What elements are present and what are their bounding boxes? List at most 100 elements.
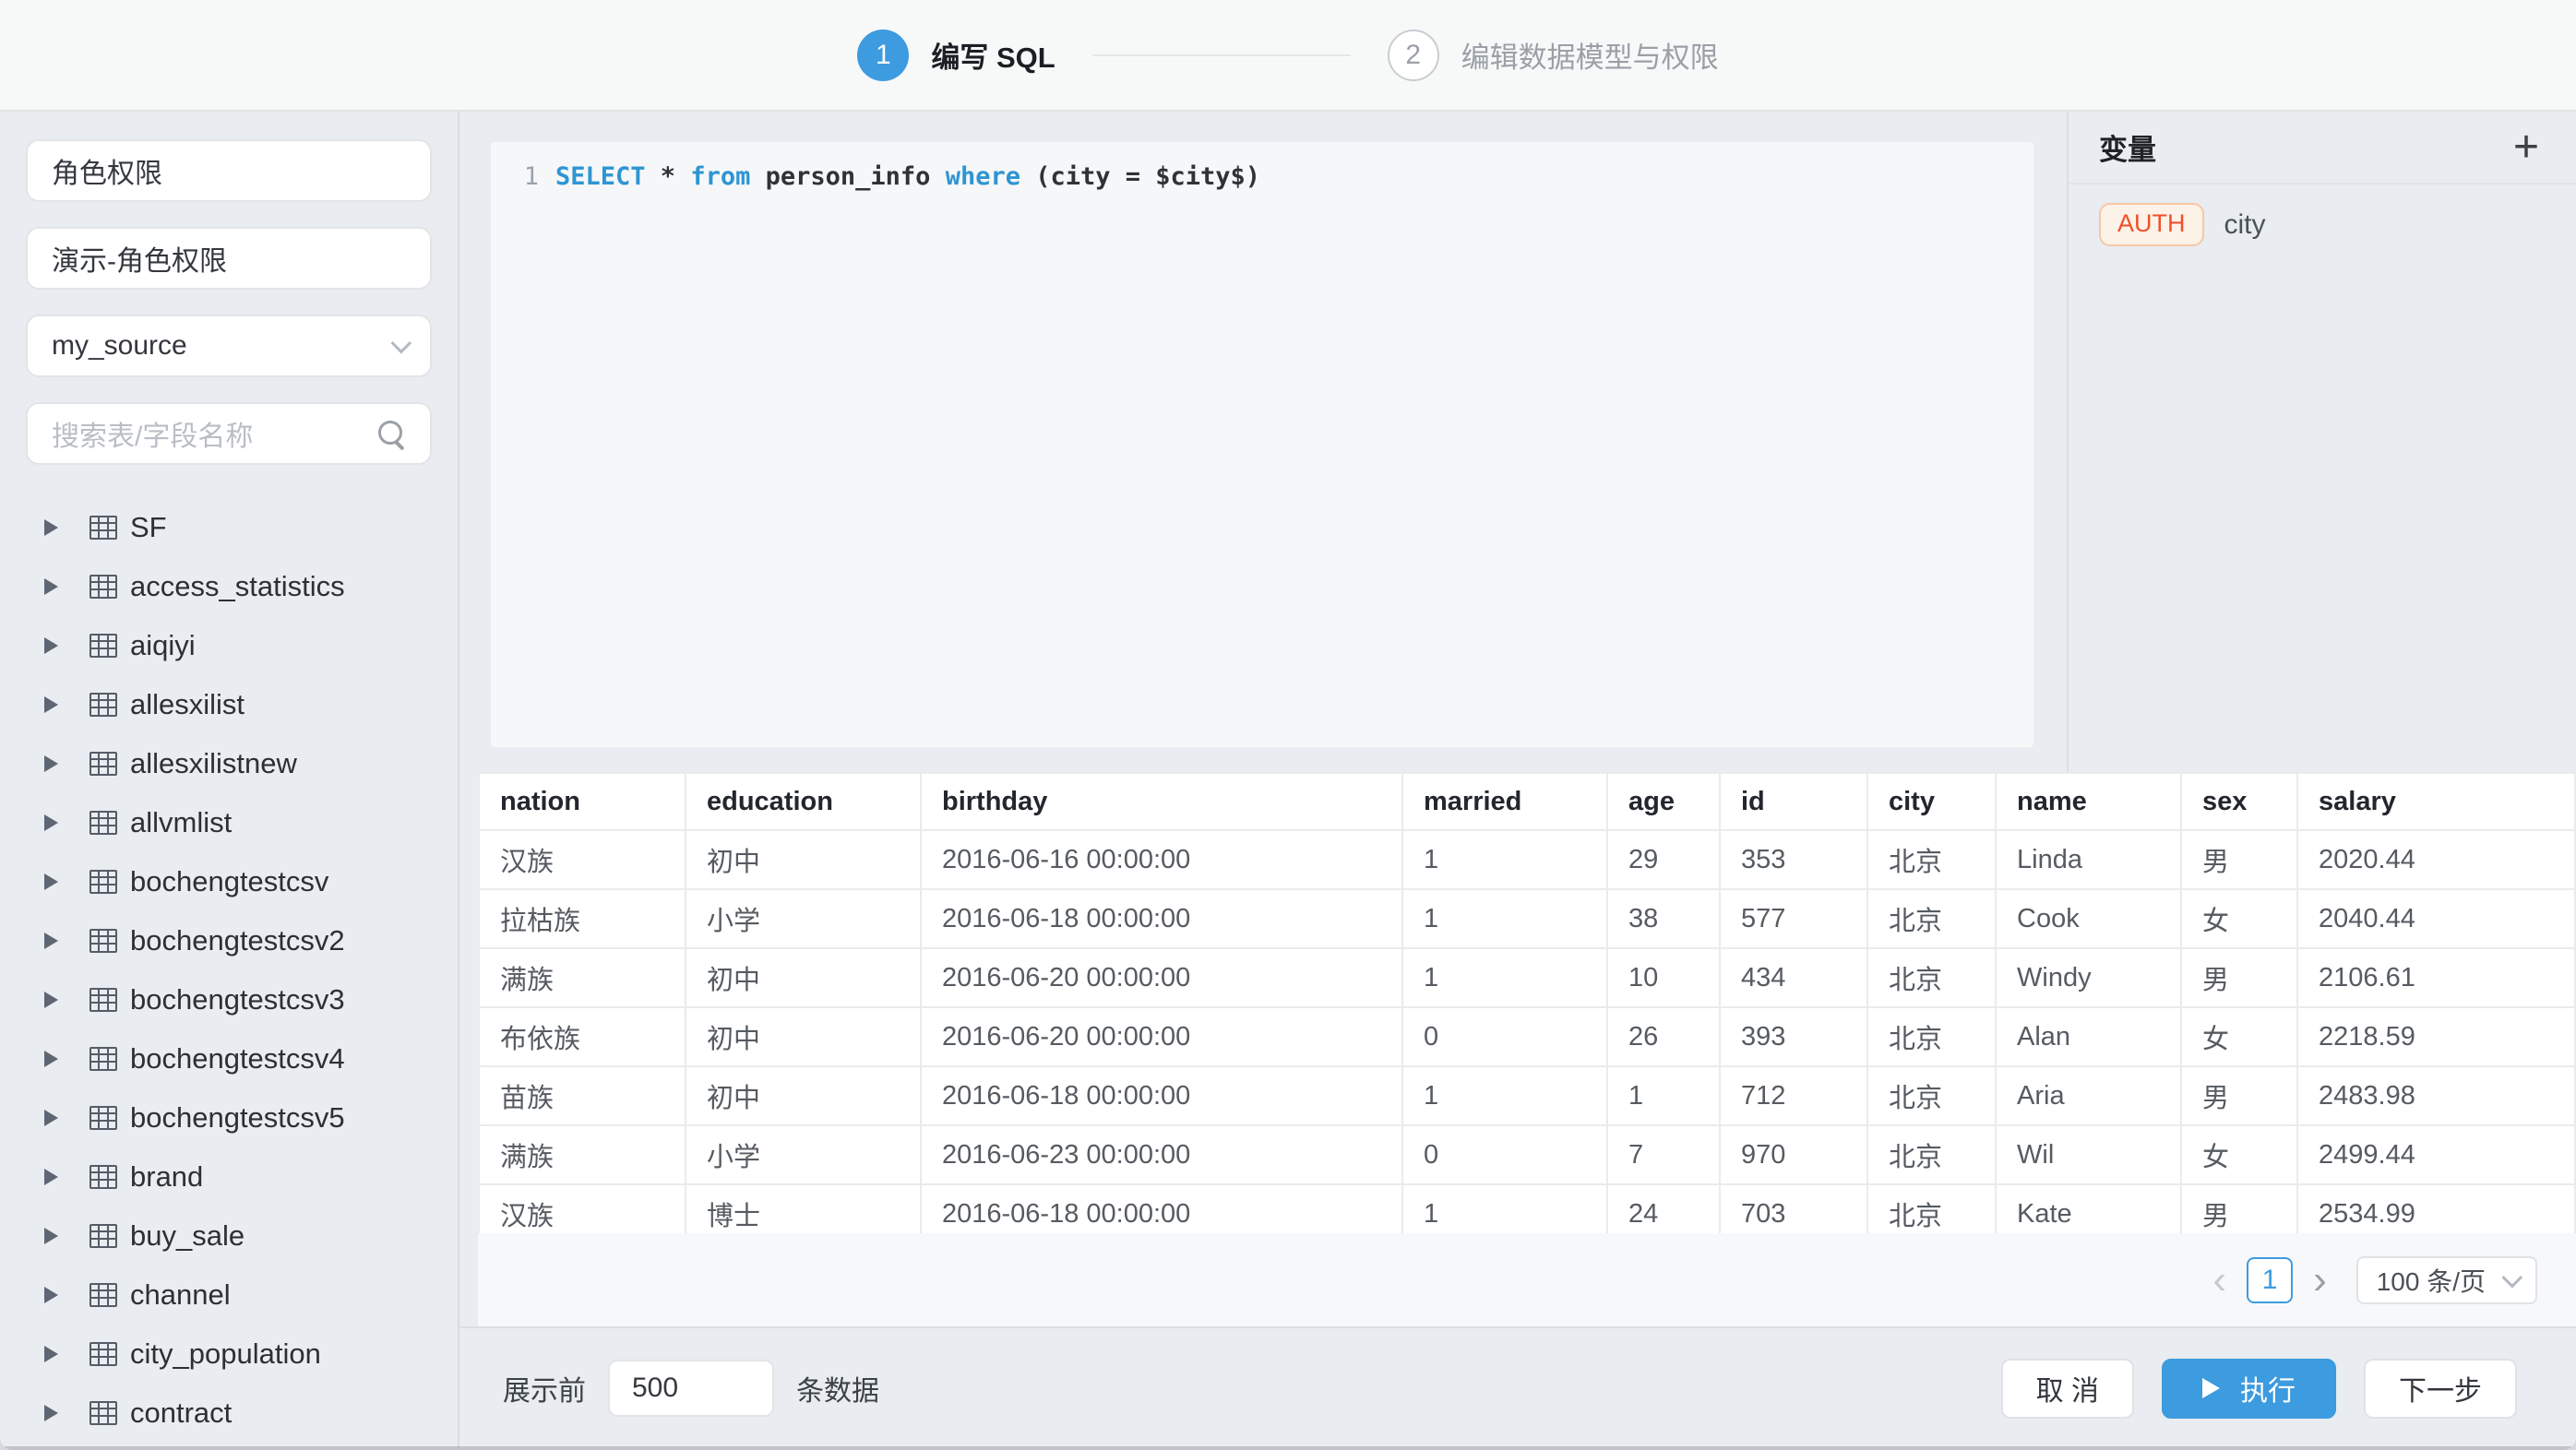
table-tree: SFaccess_statisticsaiqiyi allesxilist alle… bbox=[26, 498, 432, 1443]
tree-item-city_population[interactable]: city_population bbox=[26, 1325, 432, 1384]
table-cell: 博士 bbox=[686, 1184, 921, 1233]
table-cell: 2016-06-20 00:00:00 bbox=[921, 1007, 1402, 1066]
caret-right-icon[interactable] bbox=[44, 637, 58, 654]
table-row: 苗族初中2016-06-18 00:00:0011712北京Aria男2483.… bbox=[479, 1066, 2575, 1125]
play-icon bbox=[2202, 1378, 2220, 1398]
tree-item-aiqiyi[interactable]: aiqiyi bbox=[26, 616, 432, 675]
tree-item-bochengtestcsv3[interactable]: bochengtestcsv3 bbox=[26, 970, 432, 1029]
role-name-input[interactable]: 角色权限 bbox=[26, 139, 432, 202]
sql-line: 1 SELECT * from person_info where (city … bbox=[491, 162, 2033, 191]
tree-item-label: allesxilistnew bbox=[130, 747, 297, 780]
upper-region: 1 SELECT * from person_info where (city … bbox=[459, 112, 2576, 772]
editor-region: 1 SELECT * from person_info where (city … bbox=[459, 112, 2067, 772]
table-grid-icon bbox=[89, 1106, 117, 1130]
search-placeholder: 搜索表/字段名称 bbox=[52, 413, 376, 454]
tree-item-allesxilist[interactable]: allesxilist bbox=[26, 675, 432, 734]
caret-right-icon[interactable] bbox=[44, 1405, 58, 1421]
tree-item-label: allesxilist bbox=[130, 688, 244, 721]
caret-right-icon[interactable] bbox=[44, 1287, 58, 1303]
table-cell: 男 bbox=[2181, 1066, 2297, 1125]
role-name-value: 角色权限 bbox=[52, 150, 406, 191]
next-step-button[interactable]: 下一步 bbox=[2364, 1359, 2517, 1419]
table-search-input[interactable]: 搜索表/字段名称 bbox=[26, 402, 432, 465]
table-grid-icon bbox=[89, 1224, 117, 1248]
execute-button[interactable]: 执行 bbox=[2162, 1359, 2336, 1419]
tree-item-bochengtestcsv4[interactable]: bochengtestcsv4 bbox=[26, 1029, 432, 1088]
table-cell: 1 bbox=[1607, 1066, 1720, 1125]
tree-item-access_statistics[interactable]: access_statistics bbox=[26, 557, 432, 616]
caret-right-icon[interactable] bbox=[44, 1110, 58, 1126]
caret-right-icon[interactable] bbox=[44, 696, 58, 713]
page-size-select[interactable]: 100 条/页 bbox=[2356, 1256, 2537, 1304]
table-cell: 353 bbox=[1720, 830, 1867, 889]
caret-right-icon[interactable] bbox=[44, 814, 58, 831]
prev-page-button[interactable]: ‹ bbox=[2201, 1260, 2237, 1301]
role-display-name-input[interactable]: 演示-角色权限 bbox=[26, 227, 432, 290]
caret-right-icon[interactable] bbox=[44, 578, 58, 595]
caret-right-icon[interactable] bbox=[44, 755, 58, 772]
tree-item-label: channel bbox=[130, 1278, 231, 1312]
footer-bar: 展示前 500 条数据 取 消 执行 下一步 bbox=[459, 1326, 2576, 1448]
table-cell: 汉族 bbox=[479, 830, 686, 889]
caret-right-icon[interactable] bbox=[44, 874, 58, 890]
table-cell: 北京 bbox=[1867, 1007, 1996, 1066]
caret-right-icon[interactable] bbox=[44, 1051, 58, 1067]
cancel-button[interactable]: 取 消 bbox=[2001, 1359, 2134, 1419]
tree-item-brand[interactable]: brand bbox=[26, 1147, 432, 1206]
table-cell: 1 bbox=[1402, 889, 1607, 948]
tree-item-buy_sale[interactable]: buy_sale bbox=[26, 1206, 432, 1266]
tree-item-bochengtestcsv5[interactable]: bochengtestcsv5 bbox=[26, 1088, 432, 1147]
row-limit-group: 展示前 500 条数据 bbox=[503, 1360, 879, 1417]
table-grid-icon bbox=[89, 1047, 117, 1071]
table-grid-icon bbox=[89, 693, 117, 717]
table-row: 布依族初中2016-06-20 00:00:00026393北京Alan女221… bbox=[479, 1007, 2575, 1066]
table-cell: 初中 bbox=[686, 830, 921, 889]
caret-right-icon[interactable] bbox=[44, 992, 58, 1008]
table-row: 汉族博士2016-06-18 00:00:00124703北京Kate男2534… bbox=[479, 1184, 2575, 1233]
table-cell: 2106.61 bbox=[2297, 948, 2575, 1007]
table-cell: 男 bbox=[2181, 830, 2297, 889]
sql-token: (city = $city$) bbox=[1020, 162, 1260, 191]
table-cell: 2016-06-20 00:00:00 bbox=[921, 948, 1402, 1007]
tree-item-allesxilistnew[interactable]: allesxilistnew bbox=[26, 734, 432, 793]
caret-right-icon[interactable] bbox=[44, 1346, 58, 1362]
row-limit-value: 500 bbox=[632, 1373, 678, 1404]
results-table: nationeducationbirthdaymarriedageidcityn… bbox=[478, 772, 2576, 1233]
tree-item-channel[interactable]: channel bbox=[26, 1266, 432, 1325]
step-1[interactable]: 1 编写 SQL bbox=[857, 30, 1055, 81]
datasource-select[interactable]: my_source bbox=[26, 315, 432, 377]
sql-editor[interactable]: 1 SELECT * from person_info where (city … bbox=[491, 142, 2033, 747]
tree-item-contract[interactable]: contract bbox=[26, 1384, 432, 1443]
caret-right-icon[interactable] bbox=[44, 519, 58, 536]
table-cell: 2016-06-18 00:00:00 bbox=[921, 889, 1402, 948]
sql-token: person_info bbox=[750, 162, 945, 191]
table-cell: 2020.44 bbox=[2297, 830, 2575, 889]
caret-right-icon[interactable] bbox=[44, 1228, 58, 1244]
caret-right-icon[interactable] bbox=[44, 1169, 58, 1185]
table-cell: 2016-06-16 00:00:00 bbox=[921, 830, 1402, 889]
tree-item-bochengtestcsv[interactable]: bochengtestcsv bbox=[26, 852, 432, 911]
table-grid-icon bbox=[89, 575, 117, 599]
tree-item-allvmlist[interactable]: allvmlist bbox=[26, 793, 432, 852]
tree-item-SF[interactable]: SF bbox=[26, 498, 432, 557]
tree-item-label: buy_sale bbox=[130, 1219, 244, 1253]
current-page-button[interactable]: 1 bbox=[2247, 1257, 2293, 1303]
table-cell: 苗族 bbox=[479, 1066, 686, 1125]
variable-item[interactable]: AUTHcity bbox=[2099, 203, 2576, 246]
caret-right-icon[interactable] bbox=[44, 933, 58, 949]
table-row: 满族小学2016-06-23 00:00:0007970北京Wil女2499.4… bbox=[479, 1125, 2575, 1184]
row-limit-input[interactable]: 500 bbox=[608, 1360, 774, 1417]
table-cell: 577 bbox=[1720, 889, 1867, 948]
add-variable-button[interactable]: + bbox=[2513, 125, 2539, 170]
step-2-badge: 2 bbox=[1388, 30, 1439, 81]
results-table-viewport[interactable]: nationeducationbirthdaymarriedageidcityn… bbox=[478, 772, 2576, 1233]
table-cell: Linda bbox=[1996, 830, 2181, 889]
next-page-button[interactable]: › bbox=[2302, 1260, 2338, 1301]
table-cell: 女 bbox=[2181, 1007, 2297, 1066]
tree-item-bochengtestcsv2[interactable]: bochengtestcsv2 bbox=[26, 911, 432, 970]
step-2[interactable]: 2 编辑数据模型与权限 bbox=[1388, 30, 1719, 81]
column-header-education: education bbox=[686, 773, 921, 830]
table-cell: Kate bbox=[1996, 1184, 2181, 1233]
table-cell: 满族 bbox=[479, 1125, 686, 1184]
sql-token: from bbox=[690, 162, 750, 191]
